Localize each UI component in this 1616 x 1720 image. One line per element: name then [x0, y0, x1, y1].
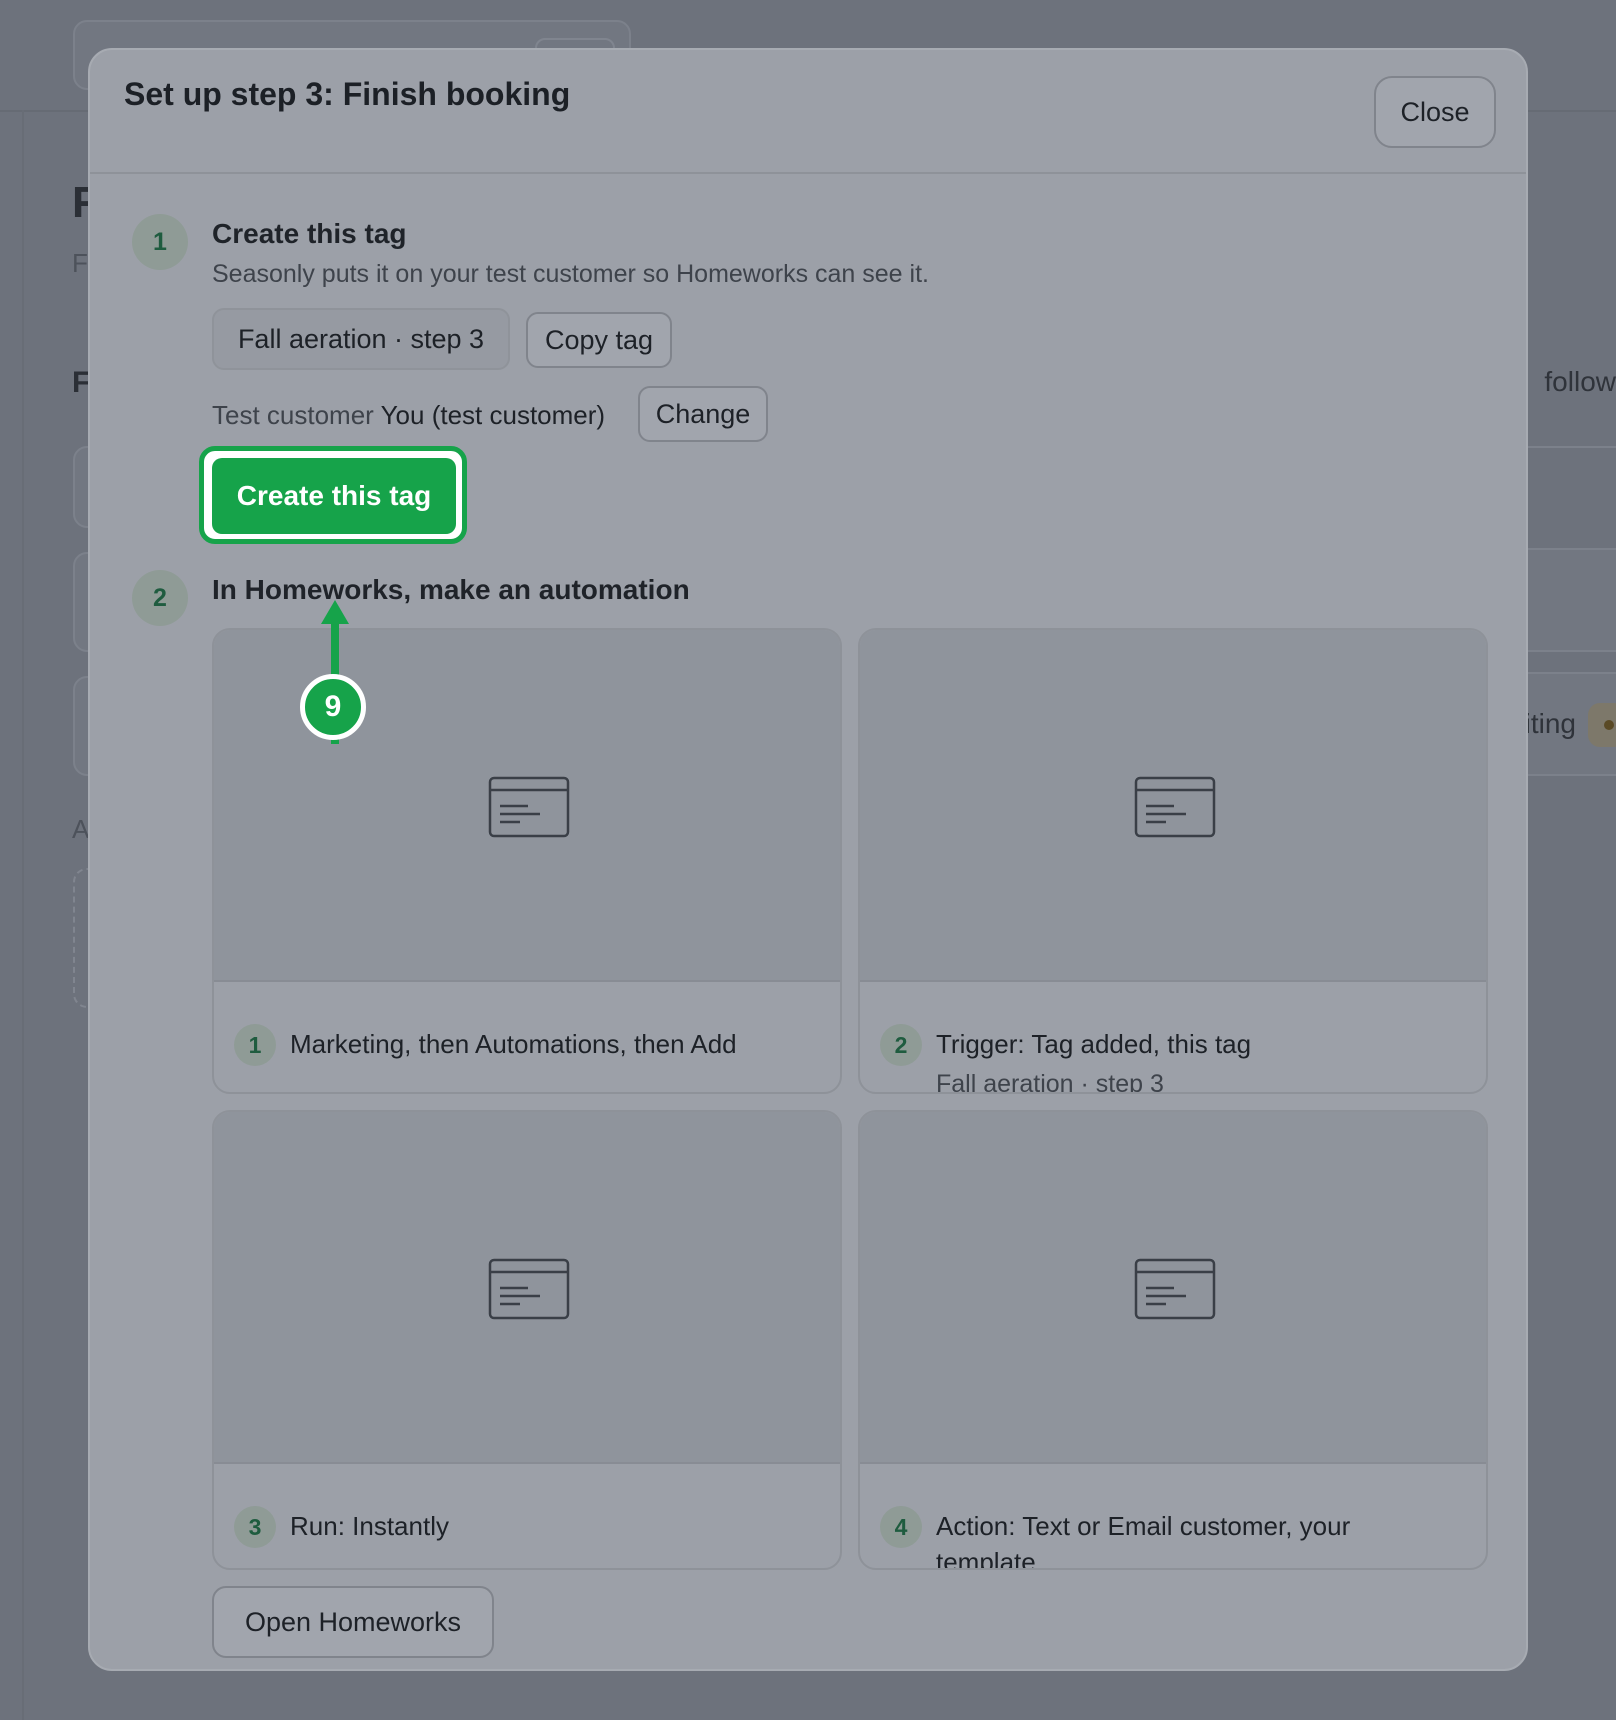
- background-page-subtitle: F: [72, 248, 88, 278]
- test-customer-label: Test customer: [212, 400, 374, 430]
- test-customer-row: Test customer You (test customer): [212, 400, 605, 431]
- modal-header: Set up step 3: Finish booking Close: [90, 50, 1526, 174]
- change-customer-button[interactable]: Change: [638, 386, 768, 442]
- card-step-number: 2: [880, 1024, 922, 1066]
- open-homeworks-button[interactable]: Open Homeworks: [212, 1586, 494, 1658]
- card-step-number: 4: [880, 1506, 922, 1548]
- background-status-badge: [1588, 703, 1616, 747]
- background-sidebar-divider: [22, 110, 24, 1720]
- card-caption-tag: Fall aeration · step 3: [936, 1070, 1164, 1094]
- step-number-badge: 1: [132, 214, 188, 270]
- screenshot-placeholder: [860, 630, 1486, 982]
- annotation-arrow-head: [321, 600, 349, 624]
- test-customer-value: You (test customer): [380, 400, 606, 430]
- screenshot-placeholder-icon: [1134, 776, 1216, 838]
- step-description: Seasonly puts it on your test customer s…: [212, 260, 929, 288]
- card-step-number: 3: [234, 1506, 276, 1548]
- annotation-step-marker: 9: [300, 674, 366, 740]
- card-caption: Action: Text or Email customer, your tem…: [936, 1511, 1351, 1570]
- screenshot-placeholder-icon: [488, 776, 570, 838]
- card-caption: Marketing, then Automations, then Add: [290, 1029, 737, 1059]
- copy-tag-button[interactable]: Copy tag: [526, 312, 672, 368]
- background-row: [1520, 548, 1616, 652]
- step-number-badge: 2: [132, 570, 188, 626]
- tag-chip: Fall aeration · step 3: [212, 308, 510, 370]
- background-status-text: iting: [1524, 708, 1576, 739]
- screenshot-placeholder: [214, 630, 840, 982]
- instruction-card: 3 Run: Instantly: [212, 1110, 842, 1570]
- step-title: Create this tag: [212, 218, 407, 249]
- background-area-label: A: [72, 814, 90, 844]
- card-caption: Run: Instantly: [290, 1511, 449, 1541]
- instruction-card: 4 Action: Text or Email customer, your t…: [858, 1110, 1488, 1570]
- instruction-card: 2 Trigger: Tag added, this tag Fall aera…: [858, 628, 1488, 1094]
- screenshot-placeholder: [860, 1112, 1486, 1464]
- screenshot-placeholder: [214, 1112, 840, 1464]
- card-caption: Trigger: Tag added, this tag: [936, 1029, 1252, 1059]
- modal-title: Set up step 3: Finish booking: [124, 76, 571, 112]
- background-right-text: follow: [1544, 366, 1616, 397]
- screenshot-placeholder-icon: [488, 1258, 570, 1320]
- background-divider: [1520, 446, 1616, 448]
- card-step-number: 1: [234, 1024, 276, 1066]
- screenshot-placeholder-icon: [1134, 1258, 1216, 1320]
- close-button[interactable]: Close: [1374, 76, 1496, 148]
- step-title: In Homeworks, make an automation: [212, 574, 690, 605]
- setup-modal: Set up step 3: Finish booking Close 1 Cr…: [88, 48, 1528, 1671]
- create-tag-button[interactable]: Create this tag: [212, 458, 456, 534]
